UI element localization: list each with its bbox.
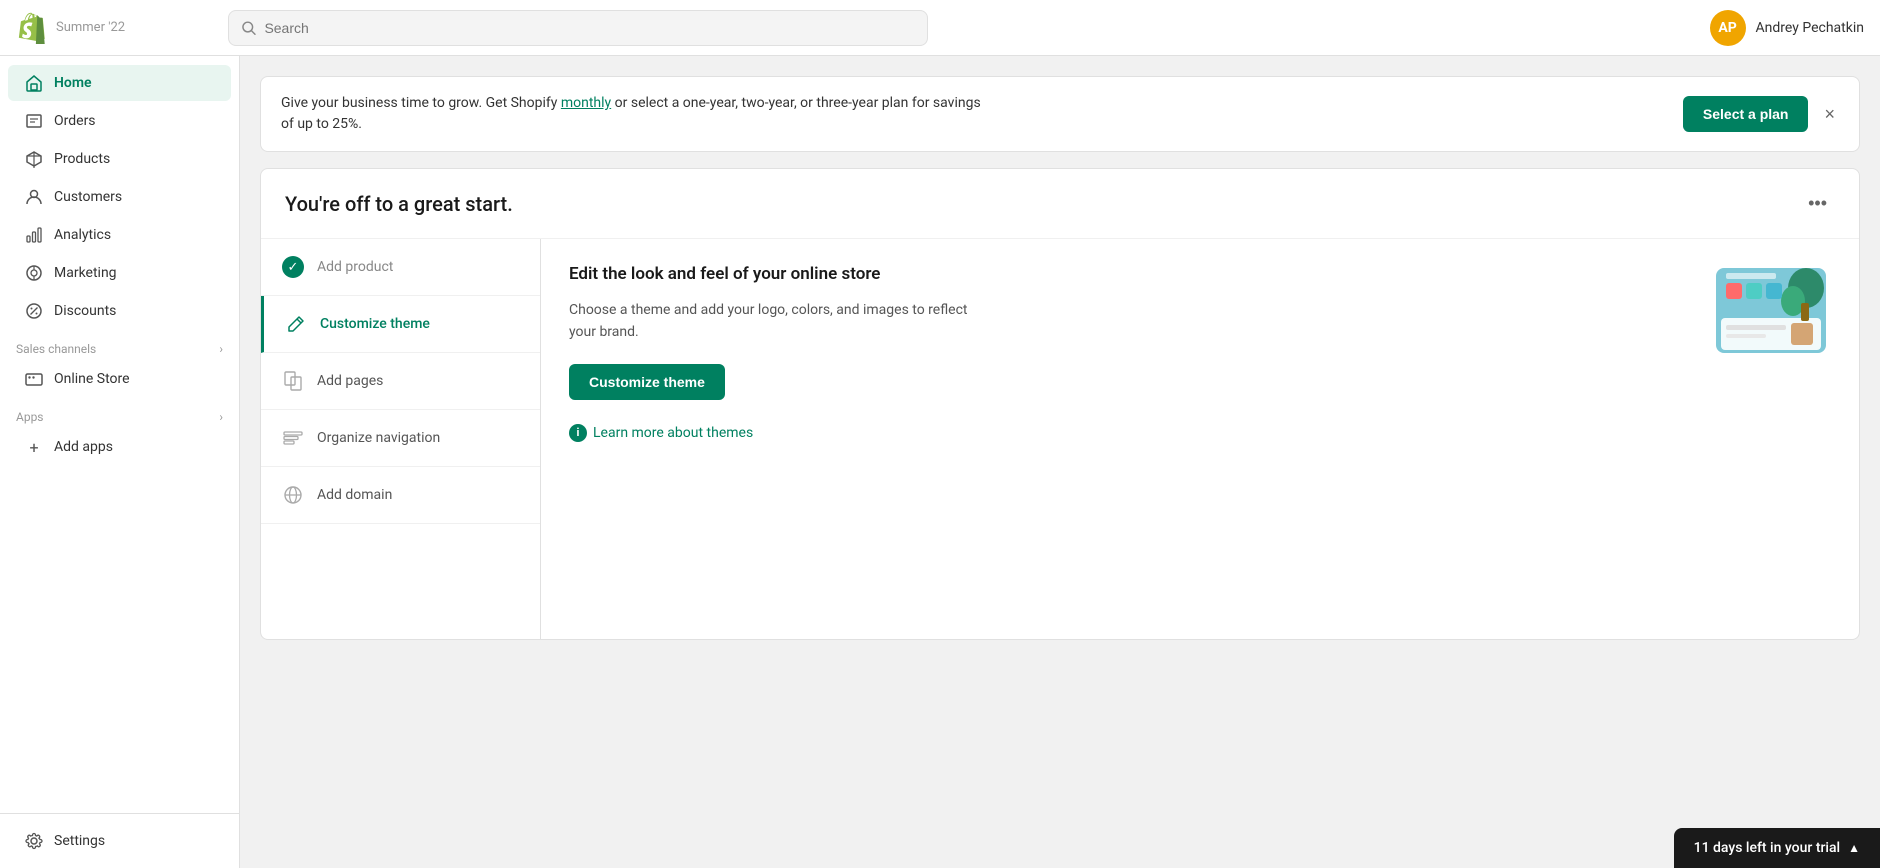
sidebar-item-products-label: Products (54, 151, 110, 167)
organize-nav-step-icon (281, 426, 305, 450)
customize-theme-step-icon (284, 312, 308, 336)
sidebar-item-discounts[interactable]: Discounts (8, 293, 231, 329)
add-pages-step-icon (281, 369, 305, 393)
main-layout: Home Orders Products Customers (0, 56, 1880, 868)
content-area: Give your business time to grow. Get Sho… (240, 56, 1880, 868)
promo-banner: Give your business time to grow. Get Sho… (260, 76, 1860, 152)
customize-theme-button[interactable]: Customize theme (569, 364, 725, 400)
apps-section[interactable]: Apps › (0, 398, 239, 428)
online-store-icon (24, 369, 44, 389)
search-input[interactable] (264, 20, 915, 36)
add-apps-icon: + (24, 437, 44, 457)
step-content-title: Edit the look and feel of your online st… (569, 263, 969, 287)
sidebar-item-home-label: Home (54, 75, 92, 91)
shopify-logo-icon (16, 12, 48, 44)
sidebar-item-settings-label: Settings (54, 833, 105, 849)
step-add-product[interactable]: ✓ Add product (261, 239, 540, 296)
settings-icon (24, 831, 44, 851)
apps-chevron-icon: › (219, 410, 223, 424)
discounts-icon (24, 301, 44, 321)
search-icon (241, 20, 256, 36)
sidebar-bottom: Settings (0, 813, 239, 860)
step-add-product-label: Add product (317, 259, 393, 275)
sidebar-item-settings[interactable]: Settings (8, 823, 231, 859)
sidebar-item-discounts-label: Discounts (54, 303, 116, 319)
step-add-domain[interactable]: Add domain (261, 467, 540, 524)
sidebar-item-orders-label: Orders (54, 113, 96, 129)
sidebar-item-customers[interactable]: Customers (8, 179, 231, 215)
sidebar-item-marketing[interactable]: Marketing (8, 255, 231, 291)
step-organize-navigation[interactable]: Organize navigation (261, 410, 540, 467)
search-bar[interactable] (228, 10, 928, 46)
step-check-icon: ✓ (281, 255, 305, 279)
products-icon (24, 149, 44, 169)
setup-card-body: ✓ Add product Customize theme (261, 239, 1859, 639)
setup-card: You're off to a great start. ••• ✓ Add p… (260, 168, 1860, 640)
apps-label: Apps (16, 410, 44, 424)
store-illustration (1711, 263, 1831, 363)
step-add-pages[interactable]: Add pages (261, 353, 540, 410)
avatar[interactable]: AP (1710, 10, 1746, 46)
step-content-action: Customize theme (569, 364, 969, 400)
active-step-content: Edit the look and feel of your online st… (541, 239, 1859, 639)
learn-more-label: Learn more about themes (593, 425, 753, 441)
sidebar-item-orders[interactable]: Orders (8, 103, 231, 139)
monthly-link[interactable]: monthly (561, 95, 611, 111)
step-organize-nav-label: Organize navigation (317, 430, 440, 446)
trial-bar[interactable]: 11 days left in your trial ▲ (1674, 828, 1880, 868)
banner-text: Give your business time to grow. Get Sho… (281, 93, 981, 135)
sales-channels-chevron-icon: › (219, 342, 223, 356)
analytics-icon (24, 225, 44, 245)
setup-card-header: You're off to a great start. ••• (261, 169, 1859, 239)
sidebar-item-marketing-label: Marketing (54, 265, 117, 281)
store-tag: Summer '22 (56, 20, 125, 35)
banner-close-button[interactable]: × (1820, 100, 1839, 129)
check-circle-icon: ✓ (282, 256, 304, 278)
sidebar-item-online-store[interactable]: Online Store (8, 361, 231, 397)
home-icon (24, 73, 44, 93)
info-icon: i (569, 424, 587, 442)
sidebar-item-online-store-label: Online Store (54, 371, 130, 387)
user-name: Andrey Pechatkin (1756, 20, 1864, 36)
marketing-icon (24, 263, 44, 283)
trial-label: 11 days left in your trial (1694, 840, 1840, 856)
sidebar-item-add-apps[interactable]: + Add apps (8, 429, 231, 465)
user-area: AP Andrey Pechatkin (1710, 10, 1864, 46)
sidebar: Home Orders Products Customers (0, 56, 240, 868)
learn-more-link[interactable]: i Learn more about themes (569, 424, 969, 442)
sidebar-item-home[interactable]: Home (8, 65, 231, 101)
sidebar-item-analytics-label: Analytics (54, 227, 111, 243)
banner-actions: Select a plan × (1683, 96, 1839, 132)
step-customize-theme[interactable]: Customize theme (261, 296, 540, 353)
logo-area: Summer '22 (16, 12, 216, 44)
sidebar-item-analytics[interactable]: Analytics (8, 217, 231, 253)
sales-channels-section[interactable]: Sales channels › (0, 330, 239, 360)
setup-card-title: You're off to a great start. (285, 192, 513, 216)
steps-list: ✓ Add product Customize theme (261, 239, 541, 639)
topbar: Summer '22 AP Andrey Pechatkin (0, 0, 1880, 56)
step-add-pages-label: Add pages (317, 373, 383, 389)
trial-chevron-icon: ▲ (1848, 841, 1860, 855)
select-plan-button[interactable]: Select a plan (1683, 96, 1809, 132)
learn-more-area: i Learn more about themes (569, 424, 969, 442)
step-content-text: Edit the look and feel of your online st… (569, 263, 969, 442)
sidebar-item-products[interactable]: Products (8, 141, 231, 177)
sidebar-item-customers-label: Customers (54, 189, 122, 205)
add-domain-step-icon (281, 483, 305, 507)
orders-icon (24, 111, 44, 131)
theme-illustration-svg (1711, 263, 1841, 373)
step-add-domain-label: Add domain (317, 487, 392, 503)
customers-icon (24, 187, 44, 207)
more-options-button[interactable]: ••• (1800, 189, 1835, 218)
step-content-desc: Choose a theme and add your logo, colors… (569, 299, 969, 344)
step-customize-theme-label: Customize theme (320, 316, 430, 332)
sales-channels-label: Sales channels (16, 342, 96, 356)
sidebar-item-add-apps-label: Add apps (54, 439, 113, 455)
